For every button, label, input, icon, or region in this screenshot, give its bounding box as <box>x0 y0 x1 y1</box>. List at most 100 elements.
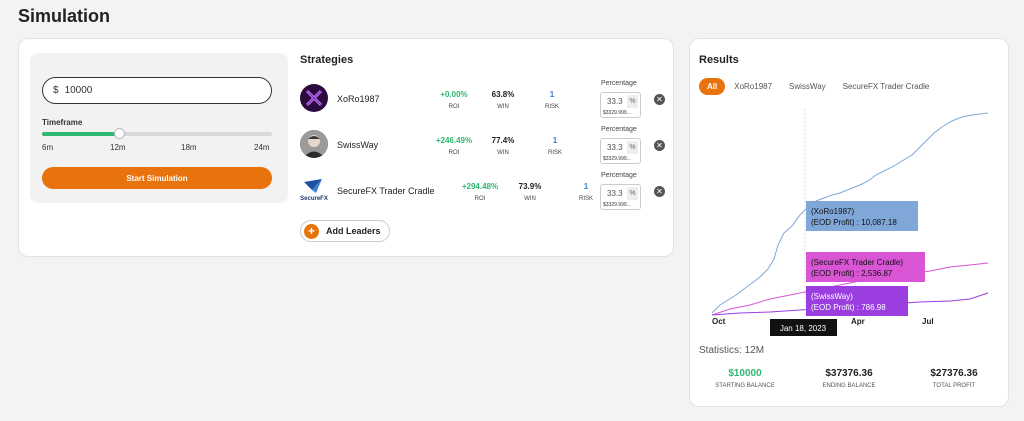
simulation-card: $ 10000 Timeframe 6m 12m 18m 24m Start S… <box>18 38 674 257</box>
tooltip-series: (SwissWay) <box>811 292 853 301</box>
total-profit-value: $27376.36 <box>930 368 978 379</box>
hover-date-badge: Jan 18, 2023 <box>770 319 837 336</box>
win-label: WIN <box>497 104 509 110</box>
tooltip-profit: (EOD Profit) : 786.98 <box>811 303 886 312</box>
percentage-value: 33.3 <box>607 97 623 106</box>
starting-balance-label: STARTING BALANCE <box>715 383 775 389</box>
risk-label: RISK <box>547 150 562 156</box>
tab-securefx[interactable]: SecureFX Trader Cradle <box>843 82 930 91</box>
strategy-name[interactable]: SecureFX Trader Cradle <box>337 186 435 196</box>
results-chart[interactable]: (XoRo1987) (EOD Profit) : 10,087.18 (Sec… <box>690 109 1010 339</box>
amount-input[interactable]: $ 10000 <box>42 77 272 104</box>
allocation-amount: $3329.999... <box>603 110 631 116</box>
risk-value: 1 <box>552 136 558 145</box>
avatar: SecureFX <box>300 176 328 204</box>
tooltip-xoro: (XoRo1987) (EOD Profit) : 10,087.18 <box>806 201 918 231</box>
strategy-name[interactable]: XoRo1987 <box>337 94 380 104</box>
person-avatar-icon <box>300 130 328 158</box>
simulation-form: $ 10000 Timeframe 6m 12m 18m 24m Start S… <box>30 53 288 203</box>
percent-unit: % <box>627 187 638 200</box>
page-title: Simulation <box>18 6 111 26</box>
ending-balance-label: ENDING BALANCE <box>822 383 876 389</box>
tab-all[interactable]: All <box>699 78 726 95</box>
win-value: 77.4% <box>491 136 515 145</box>
win-stat: 63.8% WIN <box>481 90 525 110</box>
ending-balance-stat: $37376.36 ENDING BALANCE <box>799 368 899 389</box>
remove-icon[interactable]: ✕ <box>654 186 665 197</box>
results-tabs: All XoRo1987 SwissWay SecureFX Trader Cr… <box>699 78 946 95</box>
percentage-label: Percentage <box>601 126 637 133</box>
timeframe-slider-fill <box>42 132 119 136</box>
timeframe-label: Timeframe <box>42 118 83 127</box>
tooltip-securefx: (SecureFX Trader Cradle) (EOD Profit) : … <box>806 252 925 282</box>
timeframe-slider[interactable] <box>42 128 272 139</box>
tooltip-profit: (EOD Profit) : 2,536.87 <box>811 269 893 278</box>
remove-icon[interactable]: ✕ <box>654 94 665 105</box>
risk-stat: 1 RISK <box>530 90 574 110</box>
allocation-amount: $3329.999... <box>603 156 631 162</box>
roi-stat: +0.00% ROI <box>432 90 476 110</box>
starting-balance-value: $10000 <box>728 368 762 379</box>
percent-unit: % <box>627 95 638 108</box>
avatar <box>300 84 328 112</box>
amount-value: 10000 <box>64 85 93 96</box>
win-stat: 77.4% WIN <box>481 136 525 156</box>
roi-stat: +294.48% ROI <box>458 182 502 202</box>
hover-date: Jan 18, 2023 <box>780 324 827 333</box>
tooltip-profit: (EOD Profit) : 10,087.18 <box>811 218 897 227</box>
statistics-label: Statistics: <box>699 345 742 356</box>
statistics-title: Statistics: 12M <box>699 345 764 356</box>
strategies-title: Strategies <box>300 54 354 66</box>
percentage-label: Percentage <box>601 80 637 87</box>
roi-label: ROI <box>474 196 486 202</box>
x-tick-label: Oct <box>712 317 726 326</box>
total-profit-stat: $27376.36 TOTAL PROFIT <box>904 368 1004 389</box>
timeframe-tick[interactable]: 18m <box>181 143 197 152</box>
tooltip-series: (XoRo1987) <box>811 207 854 216</box>
add-leaders-button[interactable]: + Add Leaders <box>300 220 390 242</box>
currency-symbol: $ <box>53 85 59 96</box>
timeframe-tick[interactable]: 12m <box>110 143 126 152</box>
roi-value: +246.49% <box>435 136 473 145</box>
roi-label: ROI <box>448 150 460 156</box>
starting-balance-stat: $10000 STARTING BALANCE <box>695 368 795 389</box>
start-simulation-button[interactable]: Start Simulation <box>42 167 272 189</box>
results-title: Results <box>699 54 739 66</box>
strategy-row: SwissWay +246.49% ROI 77.4% WIN 1 RISK P… <box>300 126 680 166</box>
percentage-input[interactable]: 33.3 % $3329.999... <box>600 184 641 210</box>
allocation-amount: $3329.999... <box>603 202 631 208</box>
roi-stat: +246.49% ROI <box>432 136 476 156</box>
timeframe-slider-thumb[interactable] <box>113 128 125 139</box>
timeframe-tick[interactable]: 6m <box>42 143 53 152</box>
risk-value: 1 <box>549 90 555 99</box>
total-profit-label: TOTAL PROFIT <box>932 383 976 389</box>
results-card: Results All XoRo1987 SwissWay SecureFX T… <box>689 38 1009 407</box>
plus-icon: + <box>304 223 319 239</box>
tooltip-series: (SecureFX Trader Cradle) <box>811 258 903 267</box>
timeframe-tick[interactable]: 24m <box>254 143 270 152</box>
percentage-input[interactable]: 33.3 % $3329.999... <box>600 92 641 118</box>
percentage-value: 33.3 <box>607 143 623 152</box>
win-stat: 73.9% WIN <box>508 182 552 202</box>
strategy-row: XoRo1987 +0.00% ROI 63.8% WIN 1 RISK Per… <box>300 80 680 120</box>
x-tick-label: Apr <box>851 317 865 326</box>
strategy-row: SecureFX SecureFX Trader Cradle +294.48%… <box>300 172 680 212</box>
win-value: 63.8% <box>491 90 515 99</box>
roi-value: +0.00% <box>440 90 468 99</box>
remove-icon[interactable]: ✕ <box>654 140 665 151</box>
securefx-logo-text: SecureFX <box>300 196 328 202</box>
tooltip-swissway: (SwissWay) (EOD Profit) : 786.98 <box>806 286 908 316</box>
statistics-period: 12M <box>744 345 765 356</box>
tab-swissway[interactable]: SwissWay <box>789 82 826 91</box>
add-leaders-label: Add Leaders <box>326 226 381 236</box>
strategy-name[interactable]: SwissWay <box>337 140 378 150</box>
securefx-logo-icon: SecureFX <box>300 179 328 202</box>
percentage-value: 33.3 <box>607 189 623 198</box>
x-tick-label: Jul <box>922 317 934 326</box>
win-value: 73.9% <box>518 182 542 191</box>
ending-balance-value: $37376.36 <box>825 368 873 379</box>
roi-value: +294.48% <box>461 182 499 191</box>
percentage-input[interactable]: 33.3 % $3329.999... <box>600 138 641 164</box>
tab-xoro1987[interactable]: XoRo1987 <box>734 82 772 91</box>
win-label: WIN <box>497 150 509 156</box>
